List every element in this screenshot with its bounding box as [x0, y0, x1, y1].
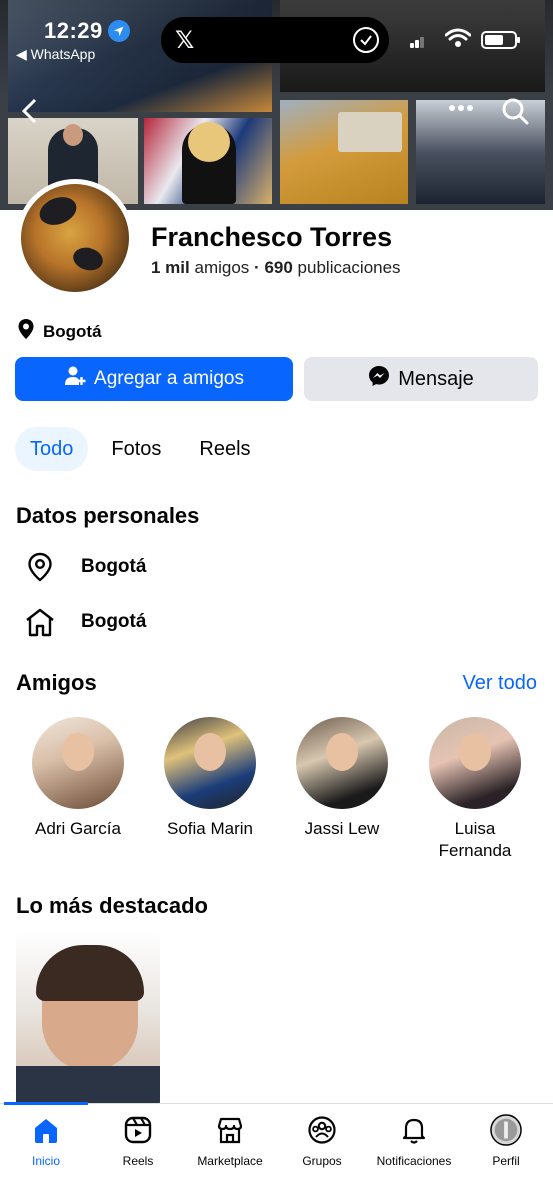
friend-card[interactable]: Adri García — [12, 717, 144, 840]
highlight-photo[interactable] — [16, 931, 160, 1109]
nav-marketplace[interactable]: Marketplace — [180, 1114, 280, 1168]
friend-avatar — [32, 717, 124, 809]
friend-name: Jassi Lew — [304, 819, 380, 838]
profile-location: Bogotá — [17, 318, 102, 345]
info-row-text: Bogotá — [81, 556, 147, 577]
friends-title: Amigos — [16, 670, 97, 695]
friends-label: amigos — [194, 258, 250, 277]
groups-icon — [306, 1114, 338, 1146]
highlights-title: Lo más destacado — [16, 893, 208, 918]
personal-data-title: Datos personales — [16, 503, 200, 528]
cellular-signal-icon — [410, 34, 426, 48]
info-row-hometown: Bogotá — [24, 606, 146, 638]
nav-label: Grupos — [302, 1154, 342, 1168]
friend-name: Adri García — [35, 819, 121, 838]
home-icon — [30, 1114, 62, 1146]
messenger-icon — [368, 365, 390, 393]
marketplace-icon — [214, 1114, 246, 1146]
friend-card[interactable]: Luisa Fernanda — [409, 717, 541, 862]
friend-card[interactable]: Jassi Lew — [276, 717, 408, 840]
profile-tabs: Todo Fotos Reels — [15, 427, 266, 471]
nav-perfil[interactable]: Perfil — [456, 1114, 553, 1168]
cover-tile-flag — [144, 118, 272, 204]
bell-icon — [398, 1114, 430, 1146]
profile-stats: 1 mil amigos · 690 publicaciones — [151, 258, 401, 278]
reels-icon — [122, 1114, 154, 1146]
tab-todo[interactable]: Todo — [15, 427, 89, 471]
profile-avatar-icon — [490, 1114, 522, 1146]
back-to-app-link[interactable]: ◀ WhatsApp — [16, 46, 95, 63]
cover-tile-truck — [280, 100, 408, 204]
nav-inicio[interactable]: Inicio — [0, 1114, 96, 1168]
stats-separator: · — [254, 258, 260, 277]
location-pin-icon — [24, 551, 56, 583]
nav-notificaciones[interactable]: Notificaciones — [364, 1114, 464, 1168]
friend-avatar — [296, 717, 388, 809]
nav-grupos[interactable]: Grupos — [272, 1114, 372, 1168]
posts-count: 690 — [264, 258, 293, 277]
battery-icon — [481, 31, 520, 49]
wifi-icon — [444, 28, 472, 53]
nav-label: Perfil — [492, 1154, 520, 1168]
more-options-icon[interactable] — [446, 92, 476, 130]
friend-avatar — [429, 717, 521, 809]
status-time: 12:29 — [44, 18, 103, 43]
nav-label: Inicio — [31, 1154, 60, 1168]
profile-avatar[interactable] — [16, 179, 134, 297]
search-icon[interactable] — [500, 96, 530, 126]
dynamic-island: 𝕏 — [161, 17, 389, 63]
info-row-current-city: Bogotá — [24, 551, 146, 583]
location-pin-icon — [17, 318, 35, 345]
add-friend-icon — [64, 365, 86, 393]
tab-reels[interactable]: Reels — [184, 427, 265, 471]
friend-card[interactable]: Sofia Marin — [144, 717, 276, 840]
location-text: Bogotá — [43, 321, 102, 341]
nav-label: Reels — [122, 1154, 154, 1168]
nav-label: Marketplace — [197, 1154, 263, 1168]
add-friend-label: Agregar a amigos — [94, 368, 244, 389]
add-friend-button[interactable]: Agregar a amigos — [15, 357, 293, 401]
friend-avatar — [164, 717, 256, 809]
see-all-friends-link[interactable]: Ver todo — [462, 672, 537, 695]
info-row-text: Bogotá — [81, 611, 147, 632]
location-services-icon — [108, 20, 130, 42]
posts-label: publicaciones — [297, 258, 401, 277]
x-logo-icon: 𝕏 — [175, 26, 195, 54]
friend-name: Sofia Marin — [167, 819, 253, 838]
check-circle-icon — [353, 27, 379, 53]
bottom-navigation-bar: Inicio Reels Marketplace Grupos Notifica… — [0, 1102, 553, 1200]
friend-name: Luisa Fernanda — [438, 819, 512, 860]
nav-reels[interactable]: Reels — [88, 1114, 188, 1168]
home-icon — [24, 606, 56, 638]
active-tab-indicator — [4, 1102, 88, 1105]
message-button[interactable]: Mensaje — [304, 357, 538, 401]
profile-name: Franchesco Torres — [151, 222, 393, 252]
nav-label: Notificaciones — [376, 1154, 452, 1168]
tab-fotos[interactable]: Fotos — [96, 427, 176, 471]
friends-count[interactable]: 1 mil — [151, 258, 190, 277]
back-chevron-icon[interactable] — [20, 98, 38, 132]
message-label: Mensaje — [398, 367, 474, 390]
